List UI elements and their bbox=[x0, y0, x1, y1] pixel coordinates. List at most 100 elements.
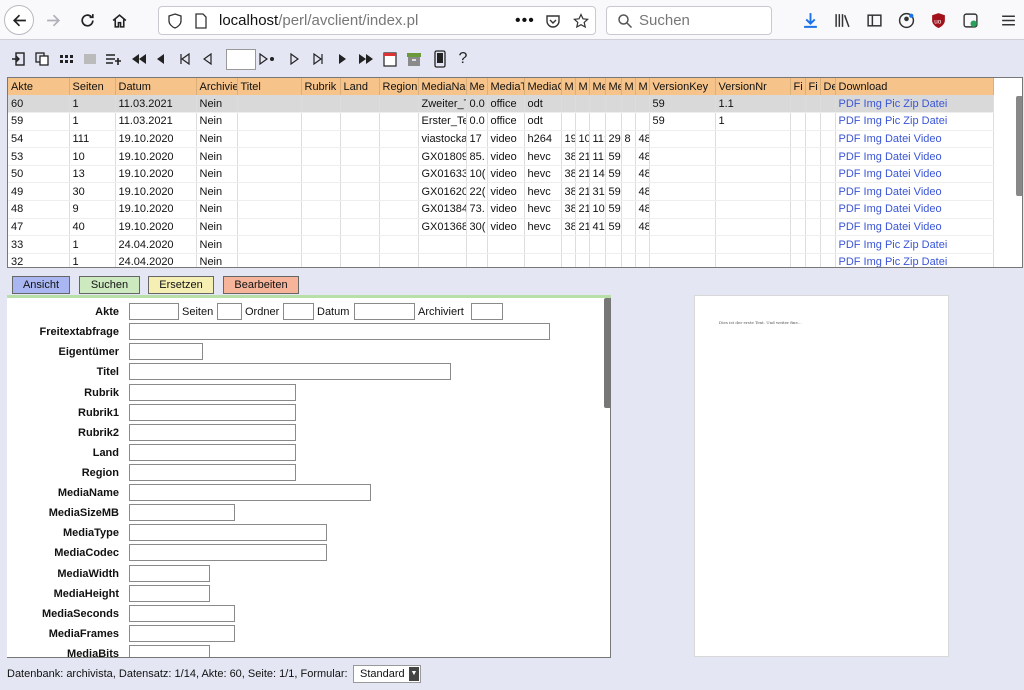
rubrik-field[interactable] bbox=[129, 384, 296, 401]
table-row[interactable]: 531019.10.2020Nein GX0180985.videohevc382… bbox=[8, 147, 994, 166]
grid-scrollbar[interactable] bbox=[1016, 96, 1022, 196]
column-header[interactable]: M bbox=[635, 78, 650, 95]
list-add-icon[interactable] bbox=[104, 48, 124, 70]
table-row[interactable]: 474019.10.2020Nein GX0136830(videohevc382… bbox=[8, 218, 994, 237]
titel-field[interactable] bbox=[129, 363, 451, 380]
account-icon[interactable] bbox=[896, 10, 916, 30]
document-preview[interactable]: Dies ist der erste Text. Und weiter fine… bbox=[694, 295, 949, 657]
download-links[interactable]: PDF Img Datei Video bbox=[835, 147, 994, 166]
back-button[interactable] bbox=[4, 5, 34, 35]
mobile-icon[interactable] bbox=[433, 48, 447, 70]
archive-box-icon[interactable] bbox=[405, 48, 423, 70]
column-header[interactable]: VersionNr bbox=[715, 78, 791, 95]
fast-forward-icon[interactable] bbox=[357, 48, 375, 70]
table-row[interactable]: 60 1 11.03.2021 Nein Zweiter_T 0.0 office odt 59… bbox=[8, 95, 994, 114]
eigentuemer-field[interactable] bbox=[129, 343, 203, 360]
medianame-field[interactable] bbox=[129, 484, 371, 501]
tab-ansicht[interactable]: Ansicht bbox=[12, 276, 70, 294]
download-links[interactable]: PDF Img Datei Video bbox=[835, 218, 994, 237]
ordner-field[interactable] bbox=[283, 303, 314, 320]
mediacodec-field[interactable] bbox=[129, 544, 327, 561]
page-icon[interactable] bbox=[193, 13, 209, 29]
go-to-record-icon[interactable] bbox=[258, 48, 278, 70]
star-icon[interactable] bbox=[573, 13, 589, 29]
more-icon[interactable]: ••• bbox=[515, 12, 535, 30]
download-links[interactable]: PDF Img Datei Video bbox=[835, 130, 994, 149]
column-header[interactable]: Datum bbox=[115, 78, 197, 95]
akte-field[interactable] bbox=[129, 303, 179, 320]
menu-icon[interactable] bbox=[998, 10, 1018, 30]
next-page-icon[interactable] bbox=[288, 48, 300, 70]
table-row[interactable]: 32 1 24.04.2020 Nein PDF Img Pic Zip Datei bbox=[8, 253, 994, 267]
download-links[interactable]: PDF Img Datei Video bbox=[835, 182, 994, 202]
mediaseconds-field[interactable] bbox=[129, 605, 235, 622]
rewind-icon[interactable] bbox=[130, 48, 148, 70]
copy-icon[interactable] bbox=[34, 48, 50, 70]
download-links[interactable]: PDF Img Pic Zip Datei bbox=[835, 95, 994, 114]
mediaframes-field[interactable] bbox=[129, 625, 235, 642]
column-header[interactable]: MediaNa bbox=[418, 78, 467, 95]
table-row[interactable]: 54 111 19.10.2020 Nein viastocka 17 video h264 1… bbox=[8, 130, 994, 149]
tab-suchen[interactable]: Suchen bbox=[79, 276, 140, 294]
ublock-icon[interactable]: uo bbox=[928, 10, 948, 30]
column-header[interactable]: MediaC bbox=[524, 78, 562, 95]
table-row[interactable]: 33 1 24.04.2020 Nein PDF Img Pic Zip Datei bbox=[8, 235, 994, 254]
mediabits-field[interactable] bbox=[129, 645, 210, 657]
form-select[interactable]: Standard ▼ bbox=[353, 665, 421, 683]
record-number-input[interactable] bbox=[226, 49, 256, 70]
url-text[interactable]: localhost/perl/avclient/index.pl bbox=[219, 12, 418, 29]
image-icon[interactable] bbox=[82, 48, 98, 70]
column-header[interactable]: Archivie bbox=[196, 78, 238, 95]
shield-icon[interactable] bbox=[167, 13, 183, 29]
help-button[interactable]: ? bbox=[456, 48, 470, 70]
column-header[interactable]: Me bbox=[589, 78, 606, 95]
column-header[interactable]: M bbox=[621, 78, 636, 95]
extension-icon[interactable] bbox=[960, 10, 980, 30]
region-field[interactable] bbox=[129, 464, 296, 481]
first-page-icon[interactable] bbox=[178, 48, 192, 70]
freitextabfrage-field[interactable] bbox=[129, 323, 550, 340]
table-row[interactable]: 501319.10.2020Nein GX0163310(videohevc382… bbox=[8, 165, 994, 184]
download-links[interactable]: PDF Img Pic Zip Datei bbox=[835, 253, 994, 267]
column-header[interactable]: VersionKey bbox=[649, 78, 716, 95]
column-header[interactable]: Me bbox=[605, 78, 622, 95]
previous-icon[interactable] bbox=[155, 48, 167, 70]
column-header[interactable]: MediaT bbox=[487, 78, 525, 95]
column-header[interactable]: Fi bbox=[790, 78, 806, 95]
column-header[interactable]: M bbox=[561, 78, 576, 95]
column-header[interactable]: Akte bbox=[8, 78, 70, 95]
login-icon[interactable] bbox=[10, 48, 26, 70]
search-bar[interactable]: Suchen bbox=[606, 6, 772, 35]
library-icon[interactable] bbox=[832, 10, 852, 30]
column-header[interactable]: Land bbox=[340, 78, 380, 95]
archiviert-field[interactable] bbox=[471, 303, 503, 320]
column-header[interactable]: Rubrik bbox=[301, 78, 341, 95]
home-button[interactable] bbox=[104, 5, 134, 35]
column-header[interactable]: M bbox=[575, 78, 590, 95]
download-links[interactable]: PDF Img Pic Zip Datei bbox=[835, 235, 994, 254]
reload-button[interactable] bbox=[72, 5, 102, 35]
table-row[interactable]: 493019.10.2020Nein GX0162022(videohevc382… bbox=[8, 182, 994, 202]
download-links[interactable]: PDF Img Datei Video bbox=[835, 200, 994, 219]
tab-bearbeiten[interactable]: Bearbeiten bbox=[223, 276, 299, 294]
download-icon[interactable] bbox=[800, 10, 820, 30]
column-header[interactable]: De bbox=[820, 78, 836, 95]
column-header[interactable]: Download bbox=[835, 78, 994, 95]
column-header[interactable]: Seiten bbox=[69, 78, 116, 95]
form-scrollbar[interactable] bbox=[604, 298, 610, 408]
rubrik1-field[interactable] bbox=[129, 404, 296, 421]
datum-field[interactable] bbox=[354, 303, 415, 320]
grid-view-icon[interactable] bbox=[58, 48, 76, 70]
land-field[interactable] bbox=[129, 444, 296, 461]
table-row[interactable]: 59 1 11.03.2021 Nein Erster_Te 0.0 office odt 59… bbox=[8, 112, 994, 131]
column-header[interactable]: Fi bbox=[805, 78, 821, 95]
sidebar-icon[interactable] bbox=[864, 10, 884, 30]
calendar-icon[interactable] bbox=[382, 48, 398, 70]
last-page-icon[interactable] bbox=[311, 48, 325, 70]
seiten-field[interactable] bbox=[217, 303, 242, 320]
column-header[interactable]: Region bbox=[379, 78, 419, 95]
column-header[interactable]: Me bbox=[466, 78, 488, 95]
rubrik2-field[interactable] bbox=[129, 424, 296, 441]
table-row[interactable]: 48919.10.2020NeinGX0138473.videohevc3821… bbox=[8, 200, 994, 219]
mediatype-field[interactable] bbox=[129, 524, 327, 541]
